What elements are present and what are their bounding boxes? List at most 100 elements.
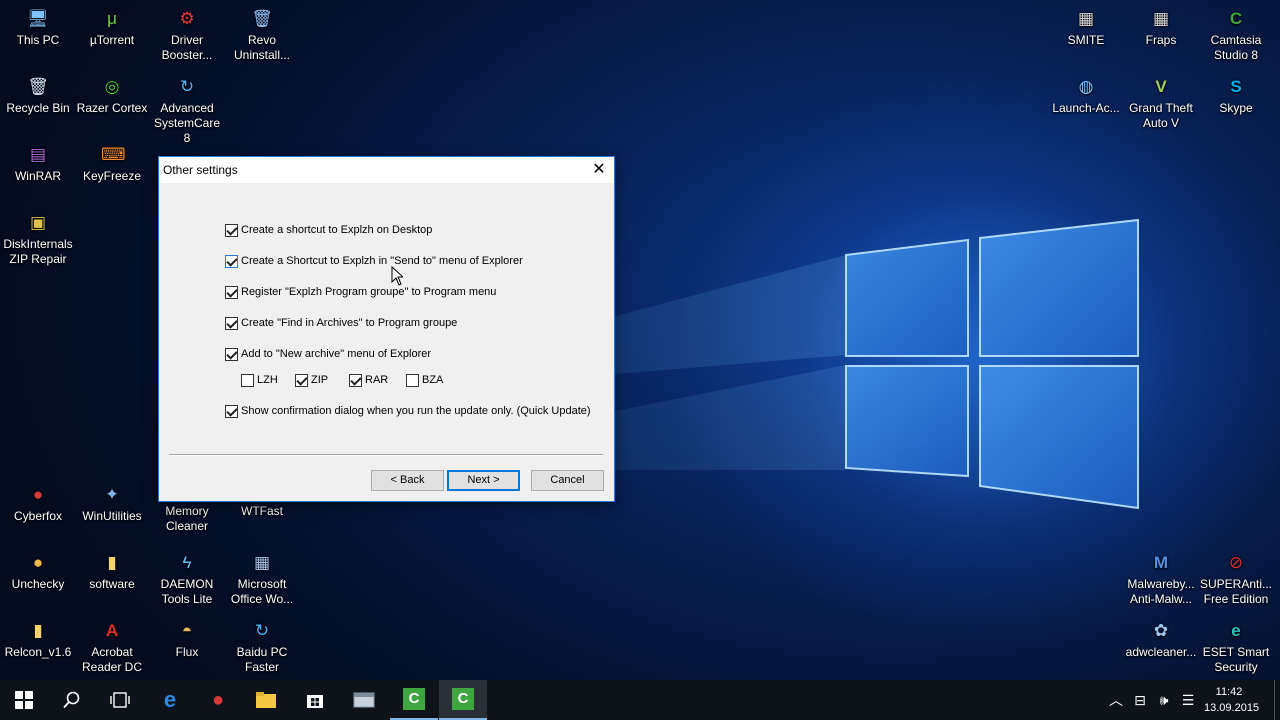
desktop-icon-label: DAEMON Tools Lite xyxy=(160,577,214,606)
desktop-icon-launch[interactable]: ◍ Launch-Ac... xyxy=(1048,76,1124,116)
desktop-icon-memory-cleaner[interactable]: Memory Cleaner xyxy=(149,504,225,534)
option-quick-update[interactable]: Show confirmation dialog when you run th… xyxy=(225,403,591,419)
keyfreeze-icon: ⌨ xyxy=(101,145,126,164)
taskbar: e ● C C ︿ ⊟ 🕪 ☰ 11:42 13.09.2015 xyxy=(0,680,1280,720)
taskbar-camtasia-recorder[interactable]: C xyxy=(390,680,438,720)
show-desktop-button[interactable] xyxy=(1274,680,1280,720)
task-view-button[interactable] xyxy=(96,680,144,720)
network-icon[interactable]: ⊟ xyxy=(1130,691,1150,709)
checkbox-find-in-archives[interactable] xyxy=(225,316,238,330)
checkbox-rar[interactable] xyxy=(349,373,362,387)
search-icon xyxy=(63,691,80,709)
desktop-icon-smite[interactable]: ▦ SMITE xyxy=(1048,8,1124,48)
option-desktop-shortcut[interactable]: Create a shortcut to Explzh on Desktop xyxy=(225,222,432,238)
desktop-icon-relcon[interactable]: ▮ Relcon_v1.6 xyxy=(0,620,76,660)
recycle-bin-icon: 🗑 xyxy=(27,77,49,96)
option-new-archive-menu[interactable]: Add to "New archive" menu of Explorer xyxy=(225,346,431,362)
format-lzh[interactable]: LZH xyxy=(241,372,278,388)
taskbar-cyberfox[interactable]: ● xyxy=(194,680,242,720)
desktop-icon-eset[interactable]: e ESET Smart Security xyxy=(1198,620,1274,675)
desktop-icon-camtasia[interactable]: C Camtasia Studio 8 xyxy=(1198,8,1274,63)
format-rar[interactable]: RAR xyxy=(349,372,388,388)
taskbar-store[interactable] xyxy=(291,680,339,720)
option-find-in-archives[interactable]: Create "Find in Archives" to Program gro… xyxy=(225,315,457,331)
desktop-icon-driver-booster[interactable]: ⚙ Driver Booster... xyxy=(149,8,225,63)
clock[interactable]: 11:42 13.09.2015 xyxy=(1204,684,1260,716)
search-button[interactable] xyxy=(48,680,96,720)
desktop-icon-gta[interactable]: V Grand Theft Auto V xyxy=(1123,76,1199,131)
option-register-program-group[interactable]: Register "Explzh Program groupe" to Prog… xyxy=(225,284,496,300)
desktop-icon-label: Razer Cortex xyxy=(76,101,148,115)
desktop-icon-label: Recycle Bin xyxy=(6,101,70,115)
format-label: BZA xyxy=(422,374,444,386)
desktop-icon-utorrent[interactable]: μ µTorrent xyxy=(74,8,150,48)
desktop-icon-acrobat-reader[interactable]: A Acrobat Reader DC xyxy=(74,620,150,675)
action-center-icon[interactable]: ☰ xyxy=(1178,691,1198,709)
desktop-icon-winrar[interactable]: ▤ WinRAR xyxy=(0,144,76,184)
dialog-titlebar[interactable]: Other settings ✕ xyxy=(159,157,614,183)
taskbar-file-explorer[interactable] xyxy=(242,680,290,720)
taskbar-edge[interactable]: e xyxy=(146,680,194,720)
desktop-icon-baidu-pc-faster[interactable]: ↻ Baidu PC Faster xyxy=(224,620,300,675)
desktop-icon-malwarebytes[interactable]: M Malwareby... Anti-Malw... xyxy=(1123,552,1199,607)
desktop-icon-razer-cortex[interactable]: ◎ Razer Cortex xyxy=(74,76,150,116)
desktop-icon-label: ESET Smart Security xyxy=(1202,645,1270,674)
close-button[interactable]: ✕ xyxy=(584,157,614,183)
option-label: Show confirmation dialog when you run th… xyxy=(241,405,591,417)
desktop-icon-daemon-tools[interactable]: ϟ DAEMON Tools Lite xyxy=(149,552,225,607)
desktop-icon-fraps[interactable]: ▦ Fraps xyxy=(1123,8,1199,48)
desktop-icon-recycle-bin[interactable]: 🗑 Recycle Bin xyxy=(0,76,76,116)
checkbox-quick-update[interactable] xyxy=(225,404,238,418)
desktop-icon-revo-uninstaller[interactable]: 🗑 Revo Uninstall... xyxy=(224,8,300,63)
taskbar-camtasia-studio[interactable]: C xyxy=(439,680,487,720)
folder-icon: ▮ xyxy=(107,553,117,572)
desktop-icon-unchecky[interactable]: ● Unchecky xyxy=(0,552,76,592)
format-zip[interactable]: ZIP xyxy=(295,372,328,388)
cancel-button[interactable]: Cancel xyxy=(531,470,604,491)
clock-date: 13.09.2015 xyxy=(1204,702,1260,714)
advanced-systemcare-icon: ↻ xyxy=(179,77,195,96)
checkbox-zip[interactable] xyxy=(295,373,308,387)
checkbox-lzh[interactable] xyxy=(241,373,254,387)
checkbox-new-archive-menu[interactable] xyxy=(225,347,238,361)
desktop-icon-software[interactable]: ▮ software xyxy=(74,552,150,592)
desktop-icon-advanced-systemcare[interactable]: ↻ Advanced SystemCare 8 xyxy=(149,76,225,146)
camtasia-icon: C xyxy=(403,688,425,710)
revo-uninstaller-icon: 🗑 xyxy=(251,9,273,28)
winrar-icon: ▤ xyxy=(29,145,47,164)
volume-icon[interactable]: 🕪 xyxy=(1154,691,1174,709)
start-button[interactable] xyxy=(0,680,48,720)
desktop-icon-cyberfox[interactable]: ● Cyberfox xyxy=(0,484,76,524)
desktop-icon-label: WTFast xyxy=(241,504,283,518)
cyberfox-icon: ● xyxy=(32,485,44,504)
desktop-icon-this-pc[interactable]: 🖥 This PC xyxy=(0,8,76,48)
desktop-icon-label: Driver Booster... xyxy=(161,33,213,62)
desktop-icon-zip-repair[interactable]: ▣ DiskInternals ZIP Repair xyxy=(0,212,76,267)
desktop-icon-label: Microsoft Office Wo... xyxy=(230,577,294,606)
zip-repair-icon: ▣ xyxy=(29,213,47,232)
format-label: LZH xyxy=(257,374,278,386)
desktop-icon-keyfreeze[interactable]: ⌨ KeyFreeze xyxy=(74,144,150,184)
desktop-icon-skype[interactable]: S Skype xyxy=(1198,76,1274,116)
malwarebytes-icon: M xyxy=(1153,553,1169,572)
desktop-icon-superantispyware[interactable]: ⊘ SUPERAnti... Free Edition xyxy=(1198,552,1274,607)
desktop-icon-winutilities[interactable]: ✦ WinUtilities xyxy=(74,484,150,524)
option-label: Register "Explzh Program groupe" to Prog… xyxy=(241,286,497,298)
next-button[interactable]: Next > xyxy=(447,470,520,491)
desktop-icon-office-word[interactable]: ▦ Microsoft Office Wo... xyxy=(224,552,300,607)
checkbox-send-to-shortcut[interactable] xyxy=(225,254,238,268)
taskbar-app[interactable] xyxy=(340,680,388,720)
option-send-to-shortcut[interactable]: Create a Shortcut to Explzh in "Send to"… xyxy=(225,253,523,269)
desktop-icon-label: This PC xyxy=(16,33,60,47)
desktop-icon-wtfast[interactable]: WTFast xyxy=(224,504,300,519)
checkbox-bza[interactable] xyxy=(406,373,419,387)
checkbox-register-program-group[interactable] xyxy=(225,285,238,299)
chevron-up-icon[interactable]: ︿ xyxy=(1106,691,1126,709)
skype-icon: S xyxy=(1230,77,1242,96)
launch-icon: ◍ xyxy=(1078,77,1094,96)
desktop-icon-flux[interactable]: ◓ Flux xyxy=(149,620,225,660)
checkbox-desktop-shortcut[interactable] xyxy=(225,223,238,237)
format-bza[interactable]: BZA xyxy=(406,372,443,388)
back-button[interactable]: < Back xyxy=(371,470,444,491)
desktop-icon-adwcleaner[interactable]: ✿ adwcleaner... xyxy=(1123,620,1199,660)
